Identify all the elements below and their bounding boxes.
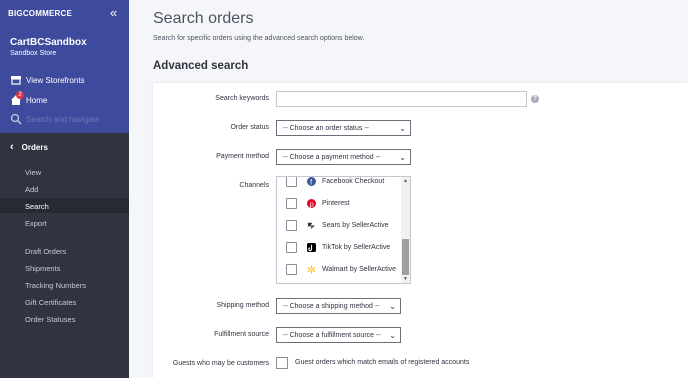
active-item-highlight	[0, 198, 129, 213]
sidebar-item-view[interactable]: View	[25, 168, 41, 177]
page-description: Search for specific orders using the adv…	[153, 35, 365, 42]
sidebar-item-gift-certificates[interactable]: Gift Certificates	[25, 298, 76, 307]
scroll-down-icon[interactable]: ▼	[402, 276, 409, 282]
shipping-method-label: Shipping method	[216, 302, 269, 309]
channel-label: Sears by SellerActive	[322, 222, 389, 229]
channel-checkbox[interactable]	[286, 177, 297, 187]
sidebar-item-export[interactable]: Export	[25, 219, 47, 228]
section-title: Advanced search	[153, 60, 249, 72]
search-icon	[10, 113, 22, 125]
channel-checkbox[interactable]	[286, 264, 297, 275]
walmart-icon	[307, 265, 316, 274]
channel-checkbox[interactable]	[286, 220, 297, 231]
selleractive-icon	[307, 222, 316, 230]
channels-list[interactable]: f Facebook Checkout p Pinterest Sears by…	[276, 176, 411, 284]
guest-orders-checkbox[interactable]	[276, 357, 288, 369]
svg-text:f: f	[310, 178, 312, 186]
channel-item[interactable]: TikTok by SellerActive	[277, 237, 401, 259]
payment-method-select[interactable]: -- Choose a payment method -- ⌄	[276, 149, 411, 165]
fulfillment-source-select[interactable]: -- Choose a fulfillment source -- ⌄	[276, 327, 401, 343]
store-subtitle: Sandbox Store	[10, 50, 57, 57]
chevron-down-icon: ⌄	[399, 153, 406, 162]
order-status-value: -- Choose an order status --	[283, 124, 369, 132]
collapse-sidebar-icon[interactable]: «	[110, 6, 117, 20]
sidebar: BIGCOMMERCE « CartBCSandbox Sandbox Stor…	[0, 0, 129, 378]
chevron-down-icon: ⌄	[399, 124, 406, 133]
channel-label: TikTok by SellerActive	[322, 244, 391, 251]
facebook-icon: f	[307, 177, 316, 186]
order-status-select[interactable]: -- Choose an order status -- ⌄	[276, 120, 411, 136]
sidebar-search-placeholder: Search and navigate	[26, 114, 100, 124]
channel-label: Facebook Checkout	[322, 178, 385, 185]
channel-checkbox[interactable]	[286, 242, 297, 253]
sidebar-link-view-storefronts[interactable]: View Storefronts	[10, 73, 85, 87]
sidebar-item-shipments[interactable]: Shipments	[25, 264, 60, 273]
page-title: Search orders	[153, 10, 254, 27]
keywords-label: Search keywords	[215, 95, 269, 102]
home-icon: 2	[10, 91, 24, 106]
advanced-search-card: Search keywords Order status Payment met…	[153, 83, 688, 378]
sidebar-search[interactable]: Search and navigate	[10, 112, 99, 126]
chevron-down-icon: ⌄	[389, 302, 396, 311]
payment-method-label: Payment method	[216, 153, 269, 160]
sidebar-item-order-statuses[interactable]: Order Statuses	[25, 315, 75, 324]
channel-item[interactable]: p Pinterest	[277, 193, 401, 215]
sidebar-item-tracking-numbers[interactable]: Tracking Numbers	[25, 281, 86, 290]
guests-label: Guests who may be customers	[172, 360, 269, 367]
store-name: CartBCSandbox	[10, 37, 87, 48]
sidebar-item-add[interactable]: Add	[25, 185, 38, 194]
tiktok-icon	[307, 243, 316, 252]
main-content: Search orders Search for specific orders…	[129, 0, 688, 378]
shipping-method-select[interactable]: -- Choose a shipping method -- ⌄	[276, 298, 401, 314]
channel-label: Walmart by SellerActive	[322, 266, 397, 273]
channels-label: Channels	[239, 182, 269, 189]
help-icon[interactable]: ?	[531, 95, 539, 103]
order-status-label: Order status	[230, 124, 269, 131]
chevron-down-icon: ⌄	[389, 331, 396, 340]
pinterest-icon: p	[307, 199, 316, 208]
fulfillment-source-value: -- Choose a fulfillment source --	[283, 331, 381, 339]
channels-scrollbar[interactable]: ▲ ▼	[401, 177, 410, 283]
channel-item[interactable]: f Facebook Checkout	[277, 177, 401, 193]
sidebar-item-draft-orders[interactable]: Draft Orders	[25, 247, 66, 256]
sidebar-item-search[interactable]: Search	[25, 202, 49, 211]
chevron-left-icon[interactable]: ‹	[10, 141, 14, 153]
label-column: Search keywords Order status Payment met…	[153, 83, 269, 378]
fulfillment-source-label: Fulfillment source	[214, 331, 269, 338]
svg-text:p: p	[310, 200, 314, 208]
notification-badge: 2	[16, 91, 24, 99]
payment-method-value: -- Choose a payment method --	[283, 153, 381, 161]
search-keywords-input[interactable]	[276, 91, 527, 107]
scroll-up-icon[interactable]: ▲	[402, 178, 409, 184]
shipping-method-value: -- Choose a shipping method --	[283, 302, 380, 310]
channel-item[interactable]: Sears by SellerActive	[277, 215, 401, 237]
sidebar-link-home[interactable]: 2 Home	[10, 91, 48, 107]
sidebar-section-orders[interactable]: ‹ Orders	[10, 141, 48, 153]
sidebar-link-label: Home	[26, 95, 48, 105]
section-label: Orders	[21, 142, 48, 152]
bigcommerce-logo[interactable]: BIGCOMMERCE	[8, 9, 72, 18]
guest-orders-label: Guest orders which match emails of regis…	[295, 359, 470, 366]
scrollbar-thumb[interactable]	[402, 239, 409, 275]
sidebar-link-label: View Storefronts	[26, 75, 85, 85]
storefront-icon	[10, 74, 22, 86]
channel-checkbox[interactable]	[286, 198, 297, 209]
channel-label: Pinterest	[322, 200, 350, 207]
channel-item[interactable]: Walmart by SellerActive	[277, 259, 401, 281]
